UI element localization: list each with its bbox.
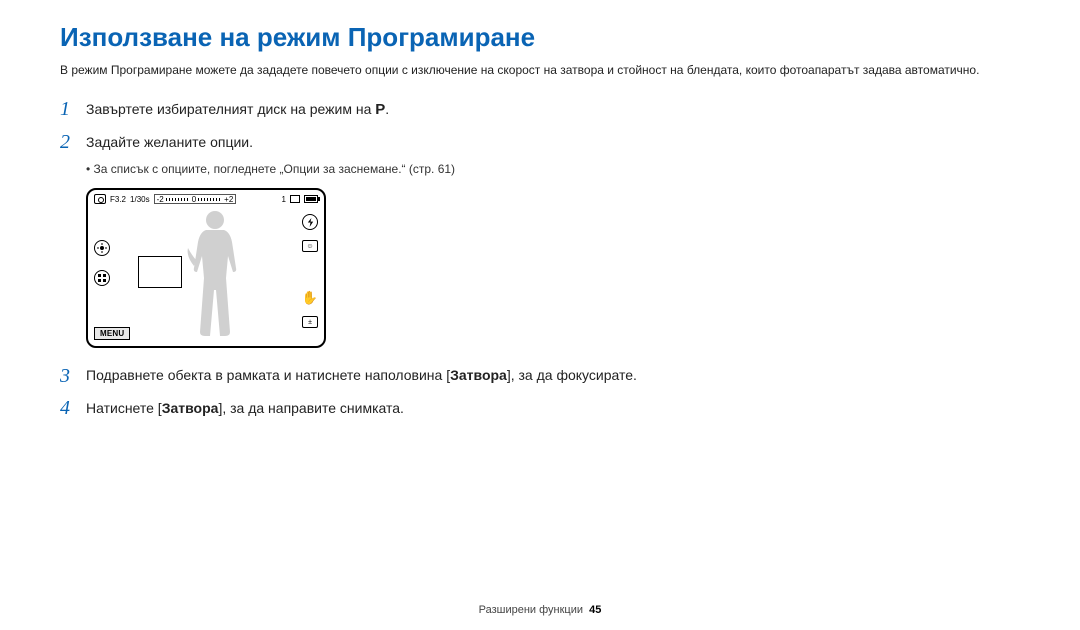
- right-icon-column: ☺ ✋ ±: [302, 214, 318, 328]
- step-1: 1 Завъртете избирателният диск на режим …: [60, 97, 1020, 122]
- step4-post: ], за да направите снимката.: [218, 400, 404, 416]
- spacer: [302, 262, 318, 280]
- mode-icon: [94, 240, 110, 256]
- exposure-comp-icon: ±: [302, 316, 318, 328]
- step-number: 3: [60, 364, 86, 388]
- step-body: Подравнете обекта в рамката и натиснете …: [86, 364, 1020, 386]
- ev-minus: -2: [157, 195, 164, 204]
- topbar-right: 1: [282, 195, 318, 204]
- shutter-label: Затвора: [450, 367, 507, 383]
- step1-post: .: [385, 101, 389, 117]
- menu-button[interactable]: MENU: [94, 327, 130, 340]
- step-body: Задайте желаните опции.: [86, 130, 1020, 154]
- stabilizer-icon: ✋: [302, 290, 318, 306]
- camera-preview-wrap: F3.2 1/30s -2 0 +2 1: [86, 188, 1020, 348]
- step-body: Завъртете избирателният диск на режим на…: [86, 97, 1020, 122]
- photo-icon: [290, 195, 300, 203]
- step-number: 4: [60, 396, 86, 420]
- grid-icon: [94, 270, 110, 286]
- ev-scale: -2 0 +2: [154, 194, 237, 204]
- step-2: 2 Задайте желаните опции.: [60, 130, 1020, 154]
- ev-bar: [166, 198, 190, 201]
- mode-p-icon: P: [375, 101, 385, 118]
- footer-section: Разширени функции: [479, 604, 583, 616]
- step1-pre: Завъртете избирателният диск на режим на: [86, 101, 375, 117]
- step-4: 4 Натиснете [Затвора], за да направите с…: [60, 396, 1020, 420]
- page-footer: Разширени функции 45: [0, 604, 1080, 616]
- step2-bullet: За списък с опциите, погледнете „Опции з…: [86, 162, 1020, 176]
- face-detect-icon: ☺: [302, 240, 318, 252]
- camera-icon: [94, 194, 106, 204]
- left-icon-column: [94, 240, 110, 286]
- intro-paragraph: В режим Програмиране можете да зададете …: [60, 63, 1020, 77]
- shot-count: 1: [282, 195, 286, 204]
- aperture-value: F3.2: [110, 195, 126, 204]
- ev-bar: [198, 198, 222, 201]
- ev-zero: 0: [192, 195, 196, 204]
- step-number: 1: [60, 97, 86, 121]
- step3-post: ], за да фокусирате.: [507, 367, 637, 383]
- step-number: 2: [60, 130, 86, 154]
- battery-icon: [304, 195, 318, 203]
- focus-rectangle: [138, 256, 182, 288]
- page-title: Използване на режим Програмиране: [60, 22, 1020, 53]
- camera-preview: F3.2 1/30s -2 0 +2 1: [86, 188, 326, 348]
- shutter-label: Затвора: [162, 400, 219, 416]
- steps-list: 1 Завъртете избирателният диск на режим …: [60, 97, 1020, 420]
- subject-silhouette: [180, 208, 250, 338]
- flash-icon: [302, 214, 318, 230]
- footer-page-number: 45: [589, 604, 601, 616]
- step-body: Натиснете [Затвора], за да направите сни…: [86, 396, 1020, 420]
- step4-pre: Натиснете [: [86, 400, 162, 416]
- shutter-value: 1/30s: [130, 195, 150, 204]
- ev-plus: +2: [224, 195, 233, 204]
- step-3: 3 Подравнете обекта в рамката и натиснет…: [60, 364, 1020, 388]
- step3-pre: Подравнете обекта в рамката и натиснете …: [86, 367, 450, 383]
- preview-topbar: F3.2 1/30s -2 0 +2 1: [94, 194, 318, 204]
